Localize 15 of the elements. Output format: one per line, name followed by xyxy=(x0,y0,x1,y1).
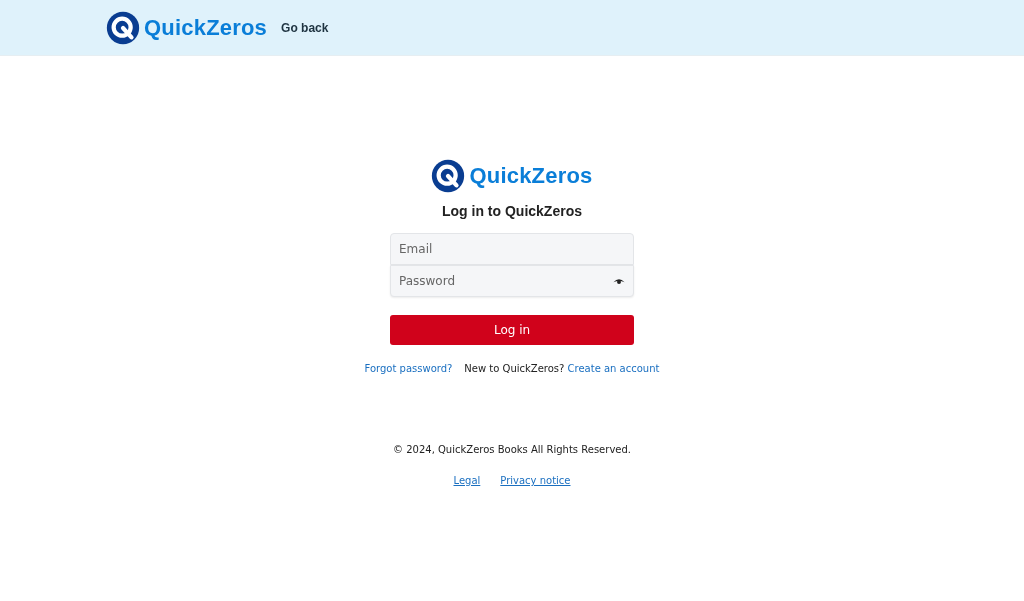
go-back-link[interactable]: Go back xyxy=(281,20,329,35)
brand-name: QuickZeros xyxy=(469,163,593,189)
show-password-icon[interactable] xyxy=(613,277,625,285)
create-account-link[interactable]: Create an account xyxy=(567,363,660,374)
email-field[interactable]: Email xyxy=(390,233,634,265)
footer-link[interactable]: Legal xyxy=(453,475,481,486)
brand-name: QuickZeros xyxy=(144,14,268,41)
footer-link[interactable]: Privacy notice xyxy=(500,475,571,486)
logo-icon xyxy=(431,159,466,193)
login-title: Log in to QuickZeros xyxy=(442,203,582,219)
signup-prompt: New to QuickZeros? xyxy=(464,363,565,374)
logo-icon xyxy=(106,10,140,45)
copyright-text: © 2024, QuickZeros Books All Rights Reserved. xyxy=(393,444,631,455)
forgot-password-link[interactable]: Forgot password? xyxy=(364,363,453,374)
login-button[interactable]: Log in xyxy=(390,315,634,345)
